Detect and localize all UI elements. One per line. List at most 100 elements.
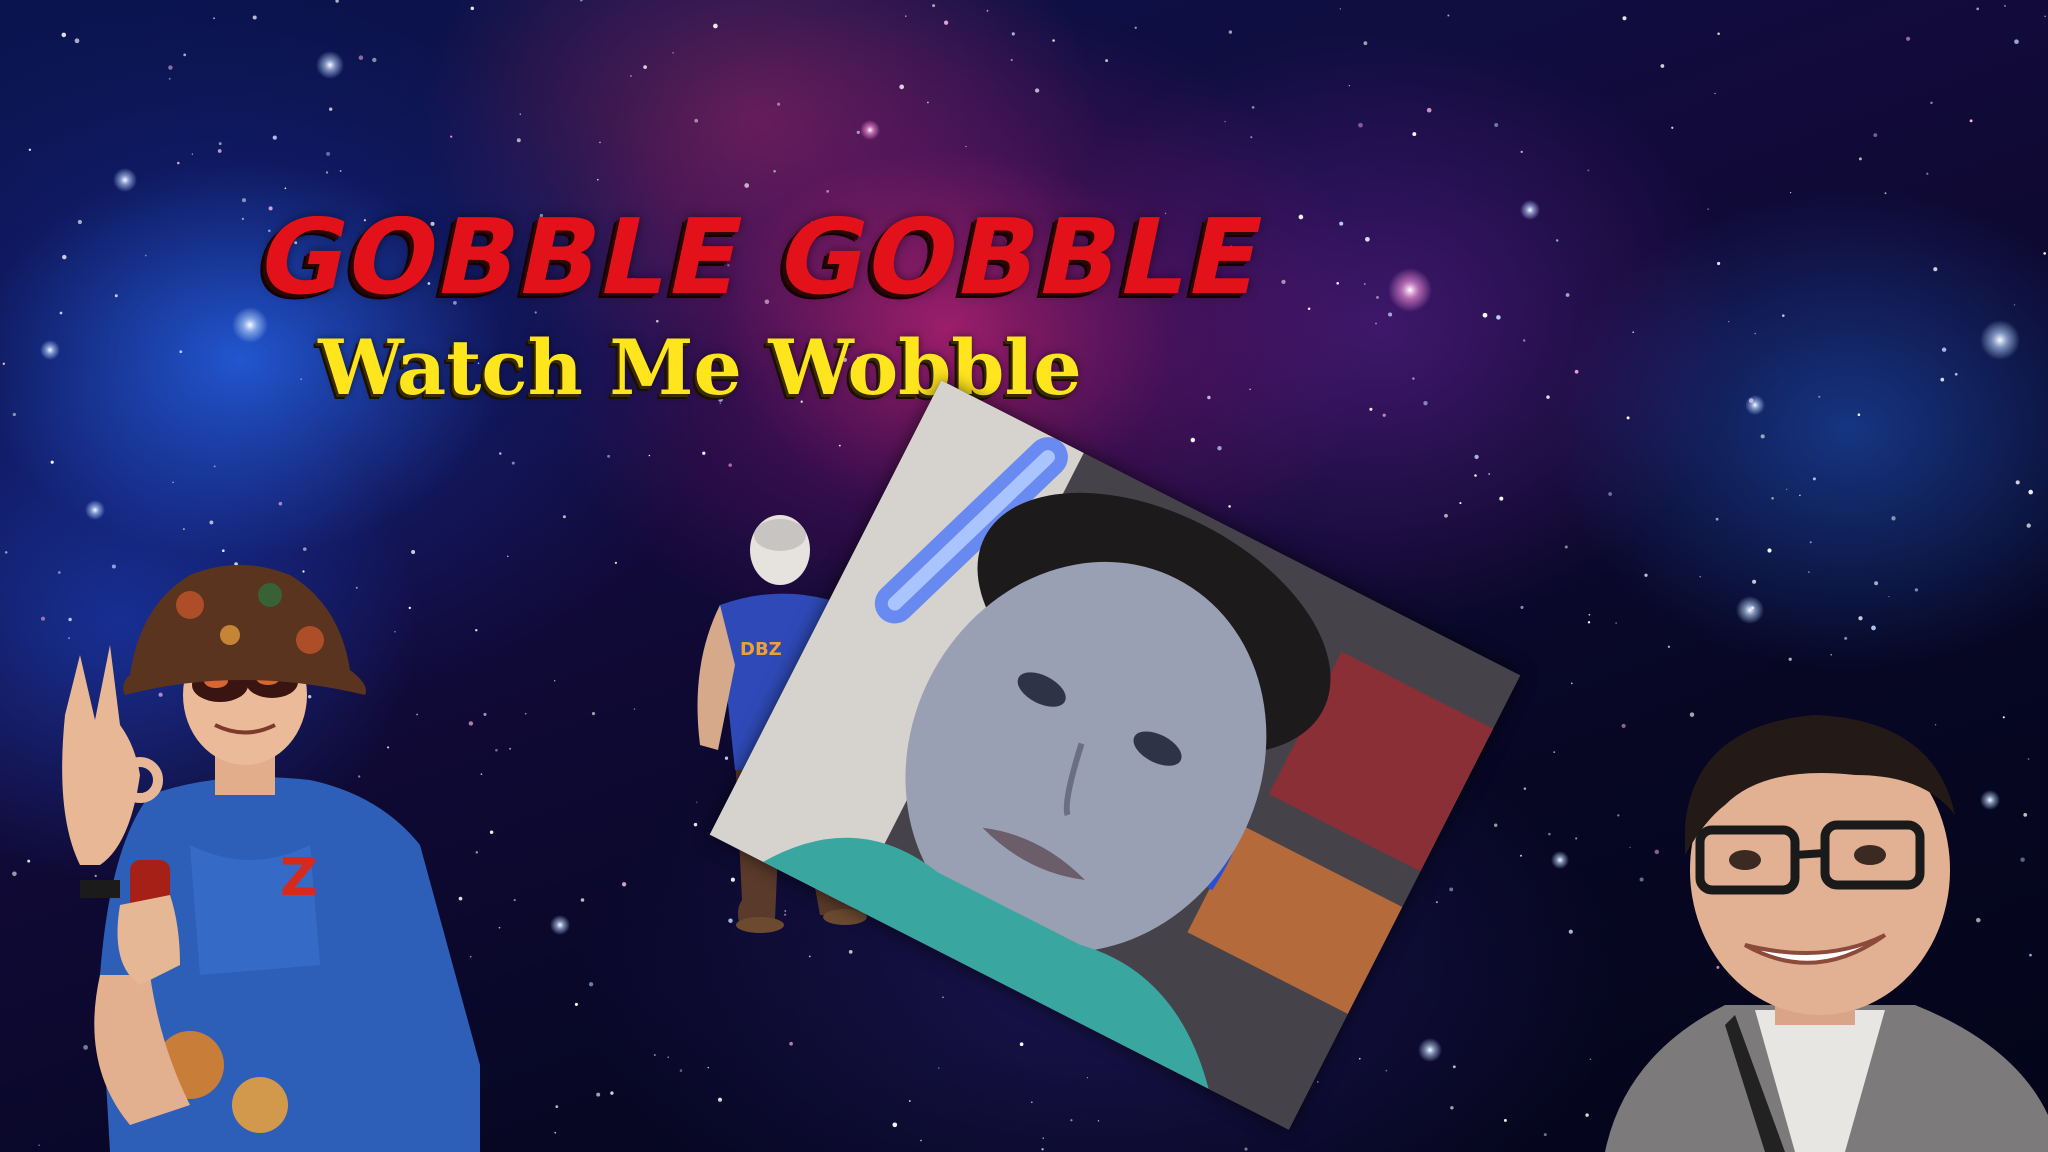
star [1575,837,1578,840]
star [1317,1081,1319,1083]
star [1752,579,1757,584]
star [284,187,287,190]
star [217,149,222,153]
star [1010,58,1013,62]
star [555,1105,559,1108]
thumbnail-canvas: GOBBLE GOBBLE Watch Me Wobble Z DBZ [0,0,2048,1152]
star [177,161,180,165]
star [1298,214,1304,220]
star [1459,502,1462,505]
star [2028,489,2034,495]
star [1494,123,1499,127]
star [580,898,585,902]
star [694,118,699,123]
star [653,1054,656,1056]
star [1250,136,1253,139]
star [1052,39,1055,42]
star [607,454,611,458]
star [1496,315,1501,320]
star [1760,434,1765,439]
star [1771,497,1774,500]
star [1307,307,1311,310]
star [1626,416,1630,420]
star [1933,267,1938,272]
star [1375,322,1377,325]
star [1520,854,1522,857]
star [621,882,627,887]
star [1228,505,1231,508]
star [1249,388,1251,390]
star [182,528,185,531]
star [114,294,118,298]
star [2014,39,2019,45]
star [1207,395,1211,400]
star [1019,1042,1024,1047]
star [1228,30,1233,34]
star [667,1056,670,1059]
star [1812,477,1816,481]
star [1844,636,1848,640]
star [1097,1120,1100,1122]
star [61,32,67,38]
star [1969,119,1973,123]
star [1348,85,1350,87]
star [179,350,183,354]
star [965,145,967,148]
star [1339,221,1344,226]
star [1011,32,1015,36]
star [1382,413,1386,417]
star [1546,395,1550,399]
star [932,4,936,8]
star [1217,445,1222,451]
star [848,950,853,954]
star [1715,517,1719,521]
star [183,53,187,57]
star [1555,239,1559,242]
star [562,515,566,519]
star [1930,101,1933,105]
star [773,170,776,173]
star [1105,59,1109,63]
star [74,38,80,44]
star [596,1092,601,1097]
star [2043,252,2047,255]
star [1523,787,1527,790]
star [1799,494,1801,497]
star [1339,8,1341,10]
star [1788,657,1792,661]
star [1809,541,1812,544]
star [218,142,222,146]
star [1369,407,1373,411]
star [905,15,907,17]
star [1884,192,1887,195]
star [1608,492,1612,496]
star [1874,581,1879,586]
star [2044,15,2046,17]
star [856,130,860,135]
star [1871,625,1876,631]
star [777,102,781,106]
star [1034,88,1040,93]
star [1976,7,1980,11]
star [986,9,989,12]
star [899,84,905,90]
star [27,859,31,863]
star [1543,1133,1547,1137]
star [1281,279,1286,285]
title-watch-me-wobble: Watch Me Wobble [318,323,1082,412]
star [1482,312,1488,318]
star [1520,150,1523,153]
star [77,219,82,225]
star [938,1067,940,1069]
star [1888,595,1890,598]
star [789,1041,793,1046]
star [1830,654,1832,656]
star [1714,92,1716,95]
star [2013,304,2016,306]
star [470,6,475,11]
star [2015,480,2020,485]
star [507,555,509,558]
star [1134,26,1137,29]
star [1358,122,1363,128]
star [1565,293,1570,297]
